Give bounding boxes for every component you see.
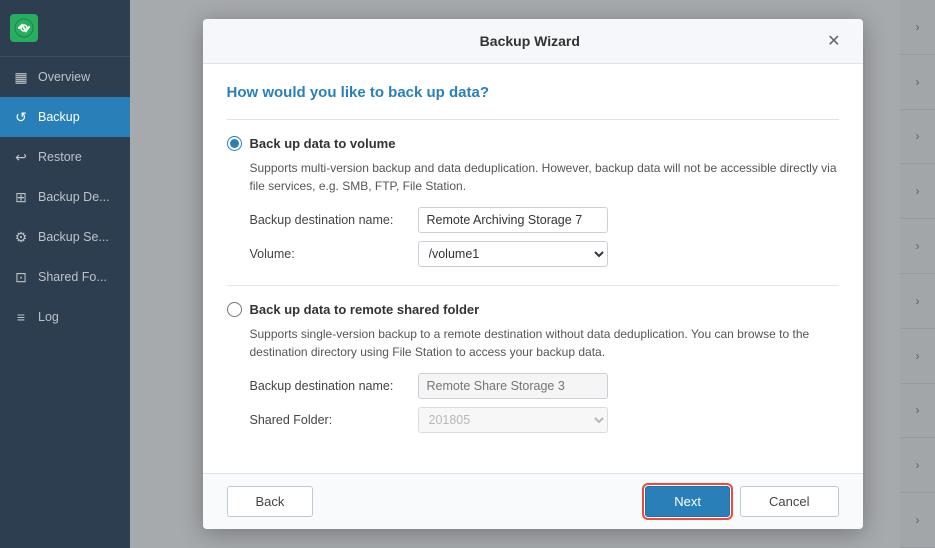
- sidebar-item-backup-de-label: Backup De...: [38, 190, 110, 204]
- section-divider: [227, 285, 839, 286]
- option1-dest-name-row: Backup destination name:: [250, 207, 839, 233]
- modal-title: Backup Wizard: [239, 33, 822, 49]
- header-divider: [227, 119, 839, 120]
- sidebar-item-restore[interactable]: ↩ Restore: [0, 137, 130, 177]
- option2-dest-name-label: Backup destination name:: [250, 379, 410, 393]
- option1-desc: Supports multi-version backup and data d…: [250, 159, 839, 195]
- option2-radio[interactable]: [227, 302, 242, 317]
- sidebar-item-backup-se[interactable]: ⚙ Backup Se...: [0, 217, 130, 257]
- option1-volume-select[interactable]: /volume1 /volume2: [418, 241, 608, 267]
- option1-volume-row: Volume: /volume1 /volume2: [250, 241, 839, 267]
- shared-fo-icon: ⊡: [12, 268, 30, 286]
- sidebar-item-overview-label: Overview: [38, 70, 90, 84]
- sidebar: ▦ Overview ↺ Backup ↩ Restore ⊞ Backup D…: [0, 0, 130, 548]
- sidebar-item-backup[interactable]: ↺ Backup: [0, 97, 130, 137]
- modal-header: Backup Wizard ✕: [203, 19, 863, 64]
- sidebar-item-backup-se-label: Backup Se...: [38, 230, 109, 244]
- modal-overlay: Backup Wizard ✕ How would you like to ba…: [130, 0, 935, 548]
- sidebar-item-backup-de[interactable]: ⊞ Backup De...: [0, 177, 130, 217]
- option1-section: Back up data to volume Supports multi-ve…: [227, 136, 839, 267]
- backup-wizard-modal: Backup Wizard ✕ How would you like to ba…: [203, 19, 863, 529]
- option2-shared-folder-label: Shared Folder:: [250, 413, 410, 427]
- option2-shared-folder-row: Shared Folder: 201805 201804 201803: [250, 407, 839, 433]
- option2-dest-name-row: Backup destination name:: [250, 373, 839, 399]
- log-icon: ≡: [12, 308, 30, 326]
- footer-right-buttons: Next Cancel: [645, 486, 838, 517]
- option1-dest-name-label: Backup destination name:: [250, 213, 410, 227]
- backup-icon: ↺: [12, 108, 30, 126]
- sidebar-item-shared-fo-label: Shared Fo...: [38, 270, 107, 284]
- app-logo-icon: [10, 14, 38, 42]
- sidebar-item-restore-label: Restore: [38, 150, 82, 164]
- sidebar-item-backup-label: Backup: [38, 110, 80, 124]
- backup-se-icon: ⚙: [12, 228, 30, 246]
- sidebar-logo: [0, 0, 130, 57]
- option1-header: Back up data to volume: [227, 136, 839, 151]
- sidebar-item-overview[interactable]: ▦ Overview: [0, 57, 130, 97]
- option1-radio[interactable]: [227, 136, 242, 151]
- option2-header: Back up data to remote shared folder: [227, 302, 839, 317]
- cancel-button[interactable]: Cancel: [740, 486, 838, 517]
- next-button[interactable]: Next: [645, 486, 730, 517]
- back-button[interactable]: Back: [227, 486, 314, 517]
- option1-label: Back up data to volume: [250, 136, 396, 151]
- modal-footer: Back Next Cancel: [203, 473, 863, 529]
- sidebar-item-shared-fo[interactable]: ⊡ Shared Fo...: [0, 257, 130, 297]
- option2-dest-name-input: [418, 373, 608, 399]
- sidebar-item-log[interactable]: ≡ Log: [0, 297, 130, 337]
- option2-desc: Supports single-version backup to a remo…: [250, 325, 839, 361]
- main-area: › › › › › › › › › › Backup Wizard ✕ How …: [130, 0, 935, 548]
- backup-de-icon: ⊞: [12, 188, 30, 206]
- sidebar-item-log-label: Log: [38, 310, 59, 324]
- modal-question: How would you like to back up data?: [227, 84, 839, 101]
- overview-icon: ▦: [12, 68, 30, 86]
- modal-close-button[interactable]: ✕: [821, 29, 846, 53]
- restore-icon: ↩: [12, 148, 30, 166]
- option2-section: Back up data to remote shared folder Sup…: [227, 302, 839, 433]
- option1-dest-name-input[interactable]: [418, 207, 608, 233]
- option2-label: Back up data to remote shared folder: [250, 302, 480, 317]
- option1-volume-label: Volume:: [250, 247, 410, 261]
- modal-body: How would you like to back up data? Back…: [203, 64, 863, 473]
- option2-shared-folder-select: 201805 201804 201803: [418, 407, 608, 433]
